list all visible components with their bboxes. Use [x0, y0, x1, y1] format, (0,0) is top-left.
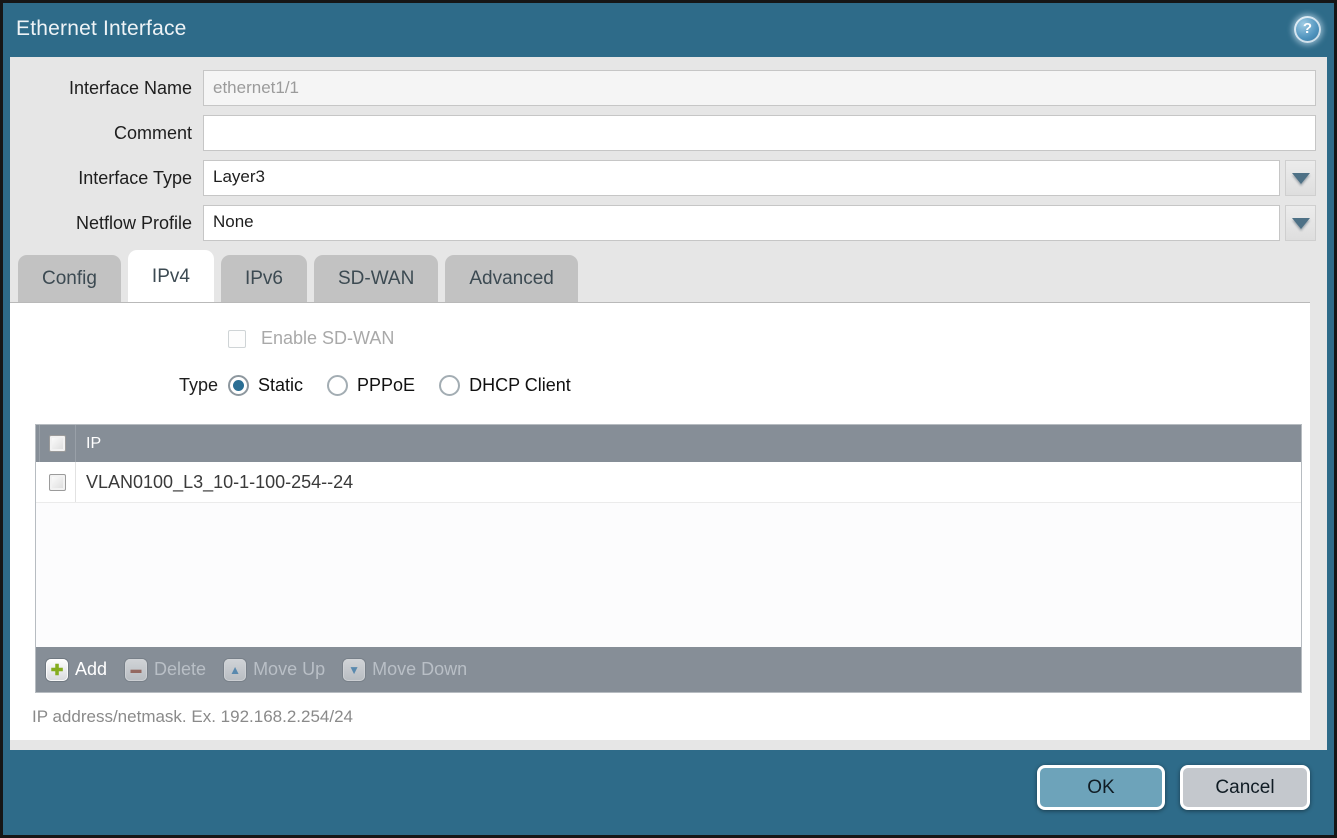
- comment-label: Comment: [10, 123, 203, 144]
- ip-column-header: IP: [76, 435, 101, 453]
- enable-sdwan-checkbox[interactable]: [228, 330, 246, 348]
- type-radio-row: Type Static PPPoE DHCP Client: [10, 375, 1310, 396]
- interface-name-field: [203, 70, 1316, 106]
- netflow-profile-row: Netflow Profile None: [10, 205, 1316, 241]
- tab-sdwan[interactable]: SD-WAN: [314, 255, 438, 302]
- help-icon[interactable]: ?: [1294, 16, 1321, 43]
- ipv4-tab-panel: Enable SD-WAN Type Static PPPoE DHCP Cli…: [10, 302, 1310, 740]
- type-label: Type: [10, 375, 218, 396]
- radio-static-label: Static: [258, 375, 303, 396]
- select-all-checkbox[interactable]: [49, 435, 66, 452]
- interface-type-label: Interface Type: [10, 168, 203, 189]
- radio-option-static[interactable]: Static: [228, 375, 303, 396]
- enable-sdwan-label: Enable SD-WAN: [261, 328, 394, 349]
- netflow-profile-select[interactable]: None: [203, 205, 1280, 241]
- ip-format-hint: IP address/netmask. Ex. 192.168.2.254/24: [32, 707, 1310, 727]
- cancel-button[interactable]: Cancel: [1180, 765, 1310, 810]
- ip-cell[interactable]: VLAN0100_L3_10-1-100-254--24: [76, 472, 353, 493]
- add-icon: ✚: [46, 659, 68, 681]
- add-button-label: Add: [75, 659, 107, 680]
- radio-option-dhcp-client[interactable]: DHCP Client: [439, 375, 571, 396]
- row-checkbox-cell: [39, 462, 76, 502]
- add-button[interactable]: ✚ Add: [46, 659, 107, 681]
- radio-pppoe-label: PPPoE: [357, 375, 415, 396]
- dialog-title: Ethernet Interface: [16, 17, 187, 41]
- comment-row: Comment: [10, 115, 1316, 151]
- radio-static[interactable]: [228, 375, 249, 396]
- move-up-button-label: Move Up: [253, 659, 325, 680]
- ethernet-interface-dialog: Ethernet Interface ? Interface Name Comm…: [0, 0, 1337, 838]
- interface-form: Interface Name Comment Interface Type La…: [10, 57, 1327, 241]
- dialog-body: Interface Name Comment Interface Type La…: [10, 57, 1327, 750]
- tab-advanced[interactable]: Advanced: [445, 255, 578, 302]
- comment-field[interactable]: [203, 115, 1316, 151]
- tab-ipv4[interactable]: IPv4: [128, 250, 214, 302]
- select-all-cell: [39, 425, 76, 462]
- interface-type-select[interactable]: Layer3: [203, 160, 1280, 196]
- tab-strip: Config IPv4 IPv6 SD-WAN Advanced: [10, 250, 1327, 302]
- table-row[interactable]: VLAN0100_L3_10-1-100-254--24: [36, 462, 1301, 503]
- interface-name-label: Interface Name: [10, 78, 203, 99]
- ip-table-header: IP: [36, 425, 1301, 462]
- ok-button[interactable]: OK: [1037, 765, 1165, 810]
- delete-button-label: Delete: [154, 659, 206, 680]
- interface-type-dropdown-button[interactable]: [1285, 160, 1316, 196]
- radio-option-pppoe[interactable]: PPPoE: [327, 375, 415, 396]
- netflow-profile-dropdown-button[interactable]: [1285, 205, 1316, 241]
- chevron-down-icon: [1292, 218, 1310, 229]
- interface-name-row: Interface Name: [10, 70, 1316, 106]
- move-down-button-label: Move Down: [372, 659, 467, 680]
- tab-config[interactable]: Config: [18, 255, 121, 302]
- move-up-button[interactable]: ▲ Move Up: [224, 659, 325, 681]
- chevron-down-icon: [1292, 173, 1310, 184]
- move-down-button[interactable]: ▼ Move Down: [343, 659, 467, 681]
- delete-icon: ▬: [125, 659, 147, 681]
- ip-table-toolbar: ✚ Add ▬ Delete ▲ Move Up ▼ Move Down: [36, 647, 1301, 692]
- radio-pppoe[interactable]: [327, 375, 348, 396]
- enable-sdwan-row: Enable SD-WAN: [10, 303, 1310, 349]
- tab-ipv6[interactable]: IPv6: [221, 255, 307, 302]
- ip-table: IP VLAN0100_L3_10-1-100-254--24 ✚ Add: [35, 424, 1302, 693]
- radio-dhcp-client[interactable]: [439, 375, 460, 396]
- move-down-icon: ▼: [343, 659, 365, 681]
- move-up-icon: ▲: [224, 659, 246, 681]
- dialog-title-bar: Ethernet Interface ?: [3, 3, 1334, 57]
- ip-table-body: VLAN0100_L3_10-1-100-254--24: [36, 462, 1301, 647]
- interface-type-row: Interface Type Layer3: [10, 160, 1316, 196]
- radio-dhcp-client-label: DHCP Client: [469, 375, 571, 396]
- delete-button[interactable]: ▬ Delete: [125, 659, 206, 681]
- dialog-footer: OK Cancel: [3, 750, 1334, 835]
- row-checkbox[interactable]: [49, 474, 66, 491]
- netflow-profile-label: Netflow Profile: [10, 213, 203, 234]
